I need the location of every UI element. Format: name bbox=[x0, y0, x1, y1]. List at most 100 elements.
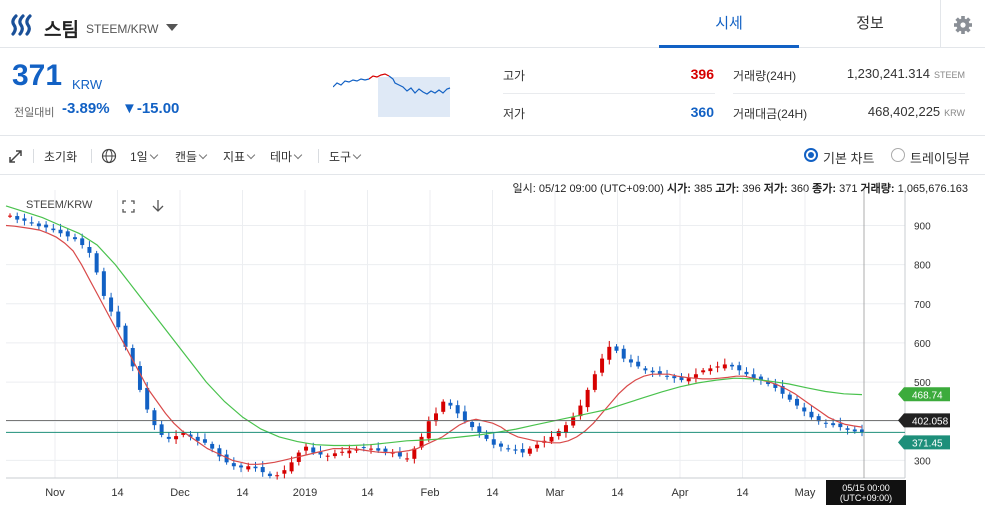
candle-body bbox=[693, 374, 698, 378]
chart-toolbar: 초기화 1일 캔들 지표 테마 도구 기본 차트 트레이딩뷰 bbox=[0, 137, 985, 175]
last-price-tag: 371.45 bbox=[898, 435, 950, 450]
tab-info[interactable]: 정보 bbox=[800, 0, 940, 48]
candle-body bbox=[15, 216, 20, 220]
candle-body bbox=[72, 237, 77, 240]
svg-text:468.74: 468.74 bbox=[912, 390, 943, 401]
divider bbox=[503, 93, 715, 94]
candle-body bbox=[29, 222, 34, 224]
amount-unit: KRW bbox=[944, 108, 965, 118]
y-tick-label: 300 bbox=[914, 456, 931, 467]
mini-chart-highlight bbox=[378, 77, 450, 117]
tradingview-radio[interactable] bbox=[891, 148, 905, 162]
candle-body bbox=[239, 465, 244, 468]
x-tick-label: Mar bbox=[546, 487, 565, 499]
candle-body bbox=[58, 229, 63, 234]
candle-body bbox=[51, 228, 56, 231]
candle-body bbox=[87, 246, 92, 253]
crosshair-time-tag: 05/15 00:00(UTC+09:00) bbox=[826, 480, 906, 505]
candle-body bbox=[809, 411, 814, 418]
low-value: 360 bbox=[690, 104, 714, 120]
candlestick-chart[interactable]: 300400500600700800900Nov14Dec14201914Feb… bbox=[0, 176, 985, 506]
candle-body bbox=[304, 446, 309, 451]
candle-body bbox=[585, 389, 590, 408]
mini-chart-line-blue bbox=[333, 78, 370, 88]
candle-body bbox=[535, 444, 540, 449]
change-label: 전일대비 bbox=[14, 107, 55, 119]
candle-body bbox=[267, 473, 272, 477]
chevron-down-icon bbox=[293, 150, 303, 160]
volume-unit: STEEM bbox=[933, 70, 965, 80]
settings-button[interactable] bbox=[940, 0, 985, 48]
x-tick-label: Nov bbox=[45, 487, 65, 499]
chart-title: STEEM/KRW bbox=[26, 199, 93, 211]
arrow-down-icon[interactable] bbox=[152, 199, 164, 213]
coin-select-chevron-down-icon[interactable] bbox=[166, 24, 178, 31]
candle-body bbox=[520, 449, 525, 453]
x-tick-label: 2019 bbox=[293, 487, 317, 499]
candle-body bbox=[137, 366, 142, 390]
candle-body bbox=[672, 376, 677, 379]
candle-body bbox=[715, 366, 720, 368]
coin-pair: STEEM/KRW bbox=[86, 22, 159, 36]
candle-body bbox=[405, 458, 410, 460]
indicator-dropdown[interactable]: 지표 bbox=[223, 148, 256, 165]
candle-body bbox=[36, 223, 41, 227]
candle-body bbox=[845, 428, 850, 430]
volume-label: 거래량(24H) bbox=[733, 69, 797, 83]
candle-body bbox=[650, 370, 655, 373]
candle-body bbox=[823, 422, 828, 424]
tab-quote[interactable]: 시세 bbox=[659, 0, 799, 48]
chart-fullscreen-icon[interactable] bbox=[122, 200, 135, 213]
candle-body bbox=[369, 448, 374, 450]
basic-chart-label[interactable]: 기본 차트 bbox=[823, 148, 874, 167]
candle-body bbox=[94, 253, 99, 273]
svg-text:(UTC+09:00): (UTC+09:00) bbox=[840, 493, 892, 503]
interval-dropdown[interactable]: 1일 bbox=[130, 148, 158, 165]
candle-body bbox=[325, 455, 330, 457]
candle-body bbox=[231, 463, 236, 467]
candle-body bbox=[65, 231, 70, 237]
candle-dropdown[interactable]: 캔들 bbox=[175, 148, 208, 165]
chevron-down-icon bbox=[149, 150, 158, 160]
candle-body bbox=[426, 421, 431, 439]
candle-body bbox=[722, 364, 727, 369]
candle-body bbox=[701, 370, 706, 373]
mini-price-chart bbox=[333, 73, 451, 117]
candle-body bbox=[332, 453, 337, 457]
fullscreen-expand-icon[interactable] bbox=[9, 150, 22, 163]
low-label: 저가 bbox=[503, 107, 526, 121]
crosshair-price-tag: 402.058 bbox=[898, 413, 950, 428]
candle-body bbox=[744, 371, 749, 375]
divider bbox=[733, 93, 965, 94]
candle-body bbox=[506, 448, 511, 450]
steem-logo-icon bbox=[11, 14, 32, 36]
candle-body bbox=[498, 443, 503, 447]
basic-chart-radio[interactable] bbox=[804, 148, 818, 162]
x-tick-label: Dec bbox=[170, 487, 190, 499]
candle-body bbox=[708, 368, 713, 372]
ma-price-tag: 468.74 bbox=[898, 387, 950, 402]
globe-icon[interactable] bbox=[101, 148, 117, 164]
x-tick-label: 14 bbox=[236, 487, 248, 499]
high-label: 고가 bbox=[503, 69, 526, 83]
candle-body bbox=[787, 394, 792, 400]
volume-value: 1,230,241.314 STEEM bbox=[846, 66, 965, 81]
reset-button[interactable]: 초기화 bbox=[44, 148, 77, 165]
toolbar-separator bbox=[318, 149, 319, 163]
candle-body bbox=[484, 434, 489, 439]
x-tick-label: Feb bbox=[421, 487, 440, 499]
amount-label: 거래대금(24H) bbox=[733, 107, 808, 121]
candle-body bbox=[282, 470, 287, 474]
tradingview-label[interactable]: 트레이딩뷰 bbox=[910, 148, 970, 167]
candle-body bbox=[145, 387, 150, 410]
candle-body bbox=[513, 449, 518, 451]
candle-body bbox=[448, 402, 453, 406]
candle-body bbox=[116, 311, 121, 328]
candle-body bbox=[831, 423, 836, 426]
change-percent: -3.89% bbox=[62, 100, 110, 117]
candle-body bbox=[202, 439, 207, 443]
theme-dropdown[interactable]: 테마 bbox=[270, 148, 303, 165]
x-tick-label: 14 bbox=[361, 487, 373, 499]
tools-dropdown[interactable]: 도구 bbox=[329, 148, 362, 165]
candle-body bbox=[614, 346, 619, 351]
